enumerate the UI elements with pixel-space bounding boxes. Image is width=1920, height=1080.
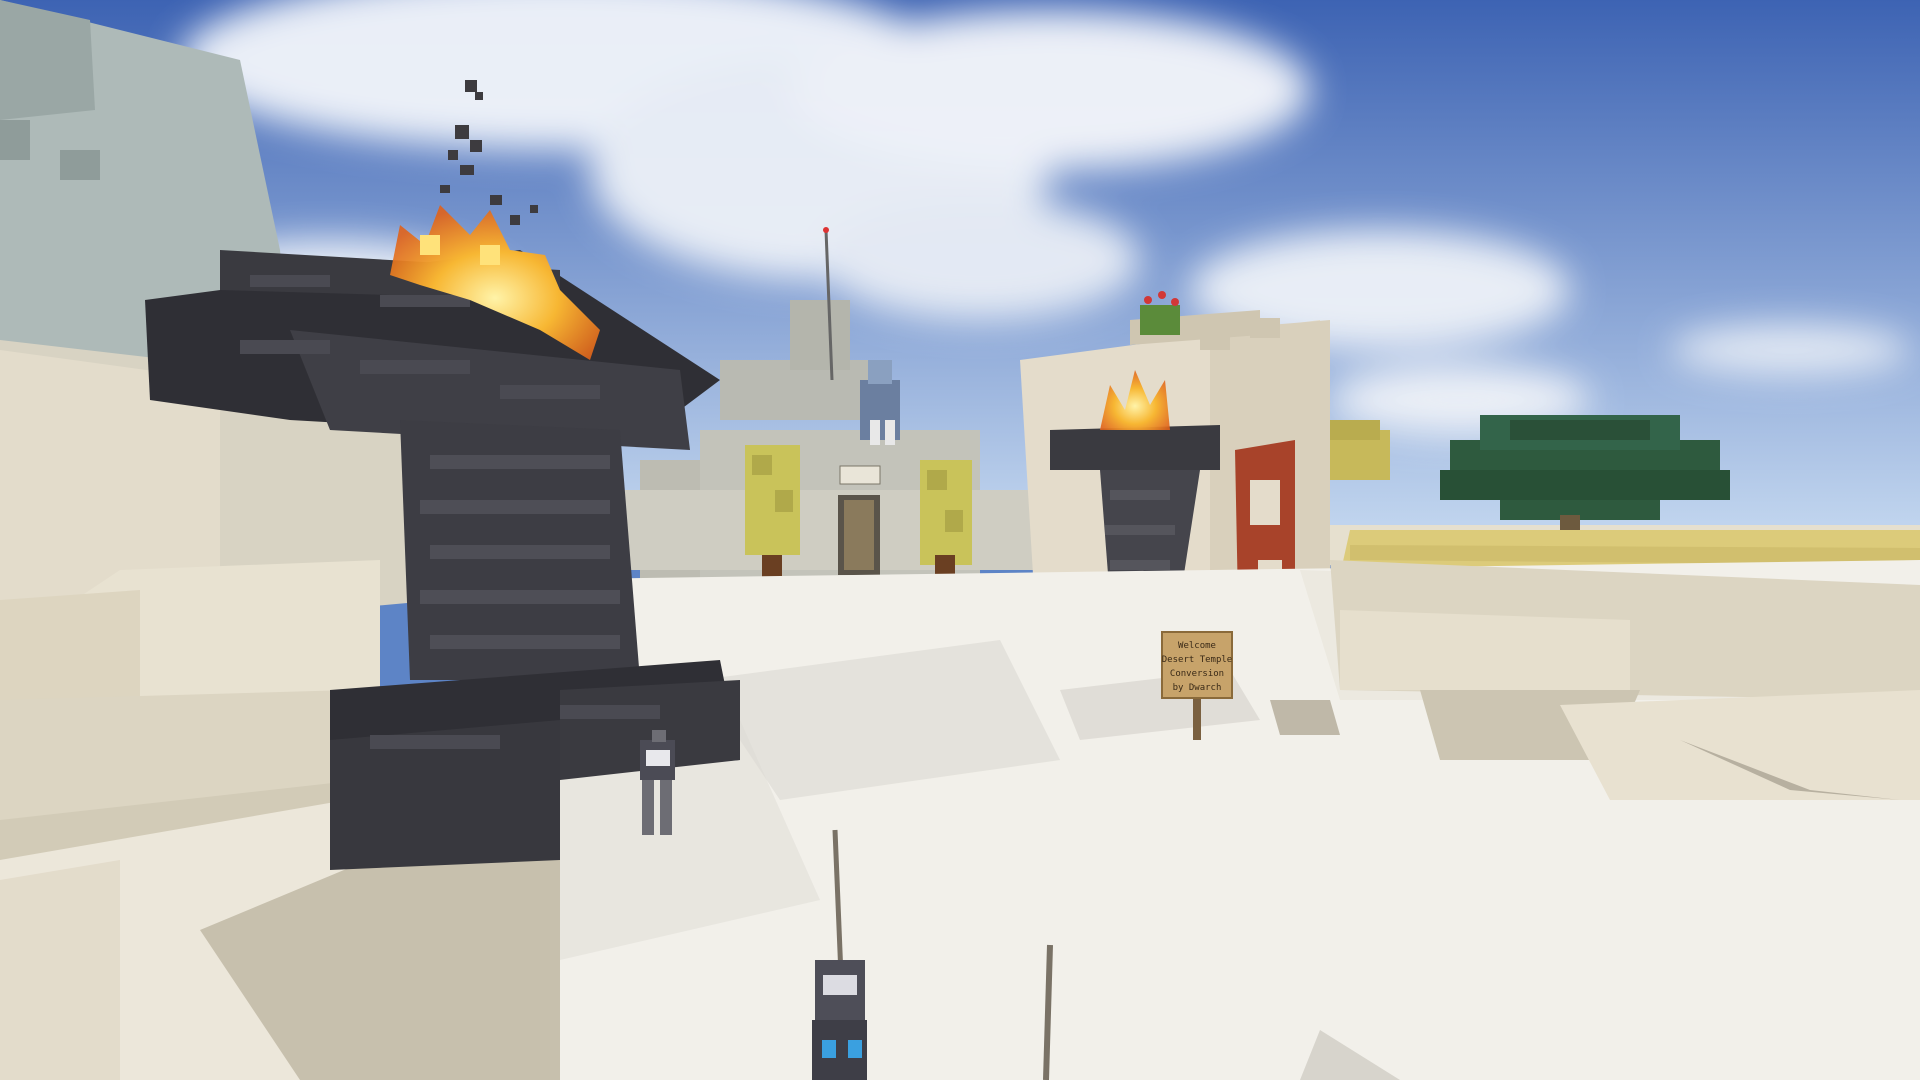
scene-svg: Welcome Desert Temple Conversion by Dwar… bbox=[0, 0, 1920, 1080]
potted-plant-right bbox=[920, 460, 972, 577]
game-viewport[interactable]: Welcome Desert Temple Conversion by Dwar… bbox=[0, 0, 1920, 1080]
sign-line-3: Conversion bbox=[1170, 669, 1224, 679]
sign-line-1: Welcome bbox=[1178, 641, 1216, 651]
temple-plaque bbox=[839, 465, 881, 485]
sign-line-4: by Dwarch bbox=[1173, 683, 1222, 693]
small-tree bbox=[1320, 420, 1390, 480]
sign-line-2: Desert Temple bbox=[1162, 655, 1232, 665]
player-held-item[interactable] bbox=[812, 960, 867, 1080]
